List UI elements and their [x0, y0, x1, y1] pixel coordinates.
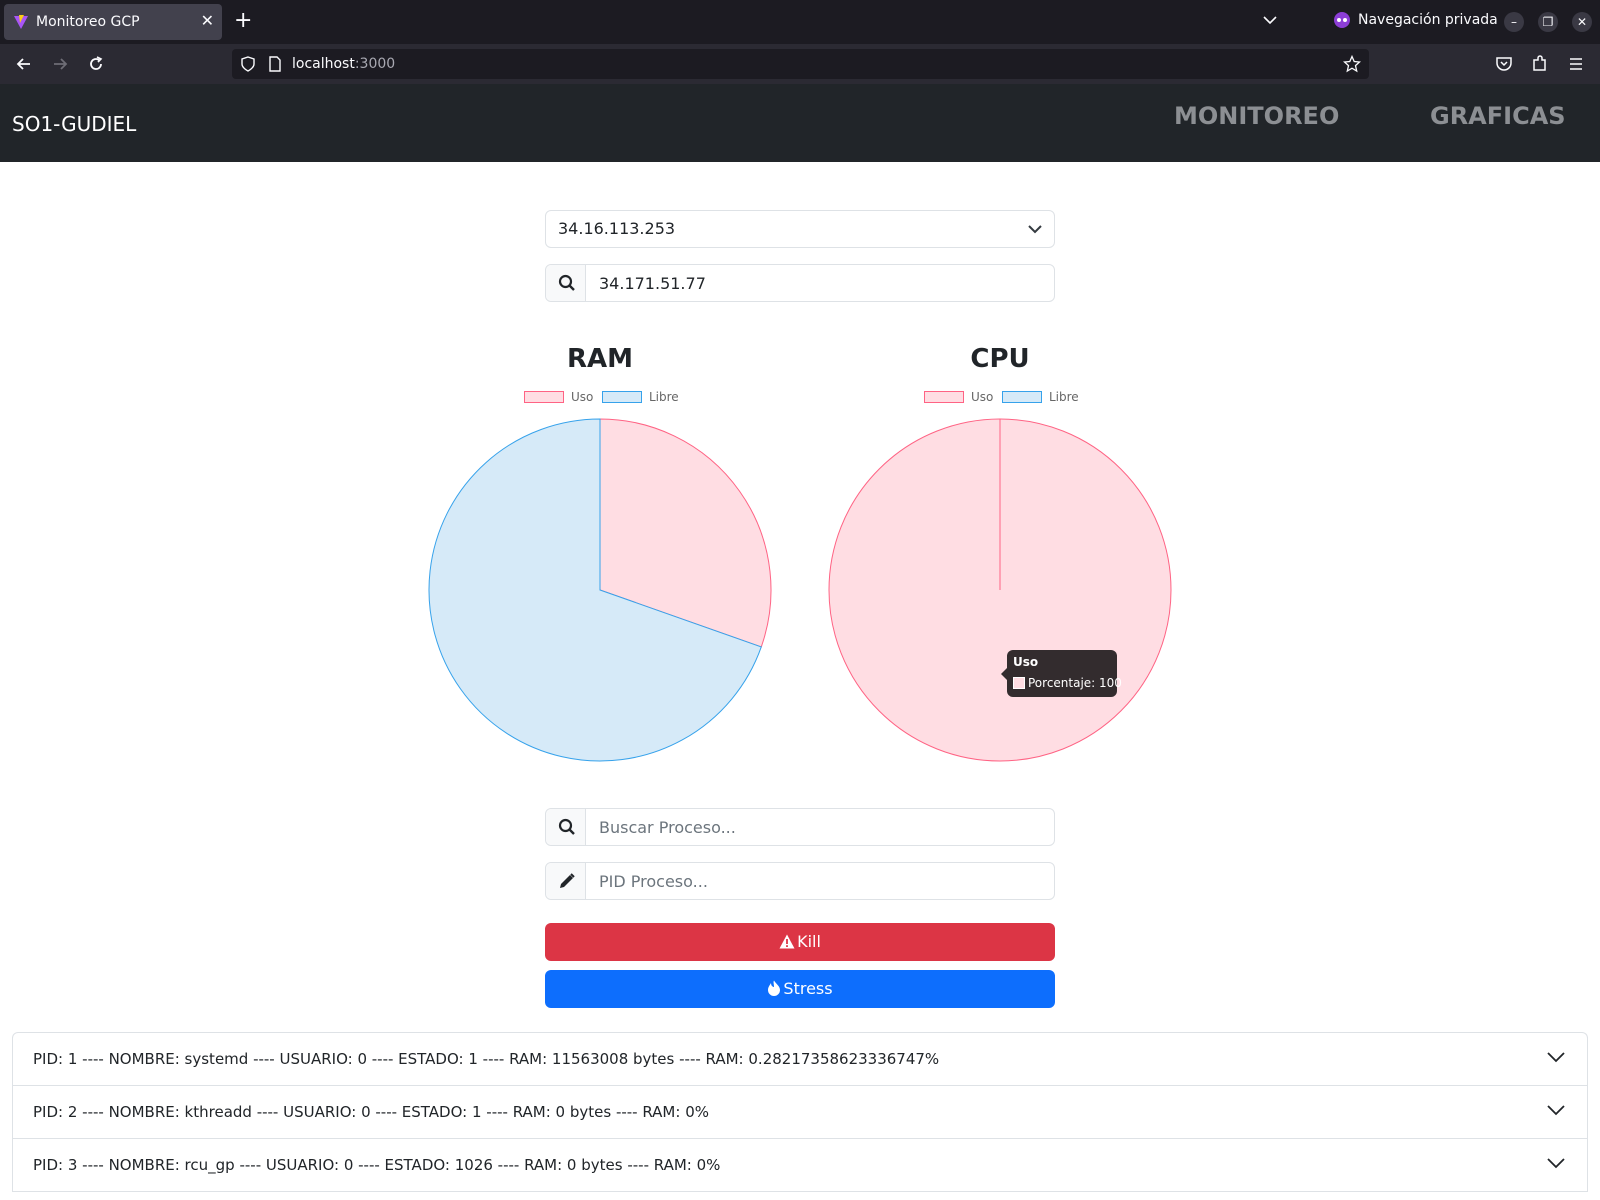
pid-input-group — [545, 862, 1055, 900]
bookmark-star-icon[interactable] — [1343, 55, 1361, 73]
legend-label-uso[interactable]: Uso — [971, 390, 993, 404]
ram-chart-title: RAM — [566, 344, 633, 374]
process-row[interactable]: PID: 2 ---- NOMBRE: kthreadd ---- USUARI… — [13, 1086, 1587, 1139]
chart-tooltip: Uso Porcentaje: 100 — [1001, 650, 1122, 697]
private-mask-icon — [1334, 12, 1350, 28]
close-tab-icon[interactable]: ✕ — [201, 11, 214, 30]
new-tab-button[interactable]: + — [234, 9, 252, 33]
legend-swatch-uso[interactable] — [924, 391, 964, 403]
vm-select-value: 34.16.113.253 — [558, 219, 676, 238]
ram-pie-chart[interactable] — [420, 410, 780, 770]
vm-select[interactable]: 34.16.113.253 — [545, 210, 1055, 248]
process-row-text: PID: 1 ---- NOMBRE: systemd ---- USUARIO… — [33, 1050, 940, 1068]
url-bar[interactable]: localhost:3000 — [232, 49, 1369, 79]
extensions-icon[interactable] — [1530, 54, 1550, 74]
process-row[interactable]: PID: 3 ---- NOMBRE: rcu_gp ---- USUARIO:… — [13, 1139, 1587, 1192]
tooltip-title: Uso — [1013, 655, 1039, 669]
tab-list-chevron-icon[interactable] — [1262, 12, 1278, 28]
search-icon — [558, 818, 575, 835]
vite-favicon-icon — [14, 15, 28, 29]
ip-search-input[interactable] — [587, 265, 1054, 301]
restore-icon[interactable]: ❐ — [1538, 12, 1558, 32]
kill-button-label: Kill — [797, 932, 821, 951]
tooltip-color-box — [1013, 677, 1025, 689]
back-arrow-icon[interactable] — [14, 54, 34, 74]
chevron-down-icon — [1547, 1105, 1565, 1116]
reload-icon[interactable] — [86, 54, 106, 74]
search-addon — [546, 265, 586, 301]
process-search-input[interactable] — [587, 809, 1054, 845]
menu-hamburger-icon[interactable] — [1566, 54, 1586, 74]
stress-button-label: Stress — [783, 979, 833, 998]
cpu-pie-chart[interactable] — [820, 410, 1180, 770]
pencil-icon — [560, 873, 575, 888]
search-addon — [546, 809, 586, 845]
legend-label-libre[interactable]: Libre — [649, 390, 679, 404]
stress-button[interactable]: Stress — [545, 970, 1055, 1008]
process-row[interactable]: PID: 1 ---- NOMBRE: systemd ---- USUARIO… — [13, 1033, 1587, 1086]
pocket-icon[interactable] — [1494, 54, 1514, 74]
browser-tab[interactable]: Monitoreo GCP ✕ — [4, 4, 222, 40]
process-row-text: PID: 2 ---- NOMBRE: kthreadd ---- USUARI… — [33, 1103, 709, 1121]
process-search-group — [545, 808, 1055, 846]
legend-label-uso[interactable]: Uso — [571, 390, 593, 404]
chevron-down-icon — [1547, 1158, 1565, 1169]
legend-swatch-libre[interactable] — [602, 391, 642, 403]
pid-input[interactable] — [587, 863, 1054, 899]
browser-tab-bar: Monitoreo GCP ✕ + Navegación privada – ❐… — [0, 0, 1600, 44]
process-row-text: PID: 3 ---- NOMBRE: rcu_gp ---- USUARIO:… — [33, 1156, 721, 1174]
shield-icon[interactable] — [240, 56, 256, 72]
warning-icon — [779, 934, 795, 949]
url-text: localhost:3000 — [292, 56, 396, 72]
tooltip-body: Porcentaje: 100 — [1028, 676, 1122, 690]
chevron-down-icon — [1028, 225, 1042, 234]
search-icon — [558, 274, 575, 291]
private-browsing-label: Navegación privada — [1358, 12, 1498, 28]
browser-nav-bar: localhost:3000 — [0, 44, 1600, 84]
minimize-icon[interactable]: – — [1504, 12, 1524, 32]
process-accordion: PID: 1 ---- NOMBRE: systemd ---- USUARIO… — [12, 1032, 1588, 1192]
tab-title: Monitoreo GCP — [36, 14, 140, 30]
chevron-down-icon — [1547, 1052, 1565, 1063]
nav-graficas[interactable]: GRAFICAS — [1430, 102, 1566, 130]
legend-label-libre[interactable]: Libre — [1049, 390, 1079, 404]
ip-search-group — [545, 264, 1055, 302]
page-icon — [269, 56, 281, 72]
kill-button[interactable]: Kill — [545, 923, 1055, 961]
nav-monitoreo[interactable]: MONITOREO — [1174, 102, 1339, 130]
brand-link[interactable]: SO1-GUDIEL — [12, 112, 136, 136]
fire-icon — [768, 980, 781, 996]
close-window-icon[interactable]: ✕ — [1572, 12, 1592, 32]
legend-swatch-uso[interactable] — [524, 391, 564, 403]
forward-arrow-icon[interactable] — [50, 54, 70, 74]
legend-swatch-libre[interactable] — [1002, 391, 1042, 403]
app-navbar: SO1-GUDIEL MONITOREO GRAFICAS — [0, 84, 1600, 162]
pencil-addon — [546, 863, 586, 899]
cpu-chart-title: CPU — [970, 344, 1030, 374]
